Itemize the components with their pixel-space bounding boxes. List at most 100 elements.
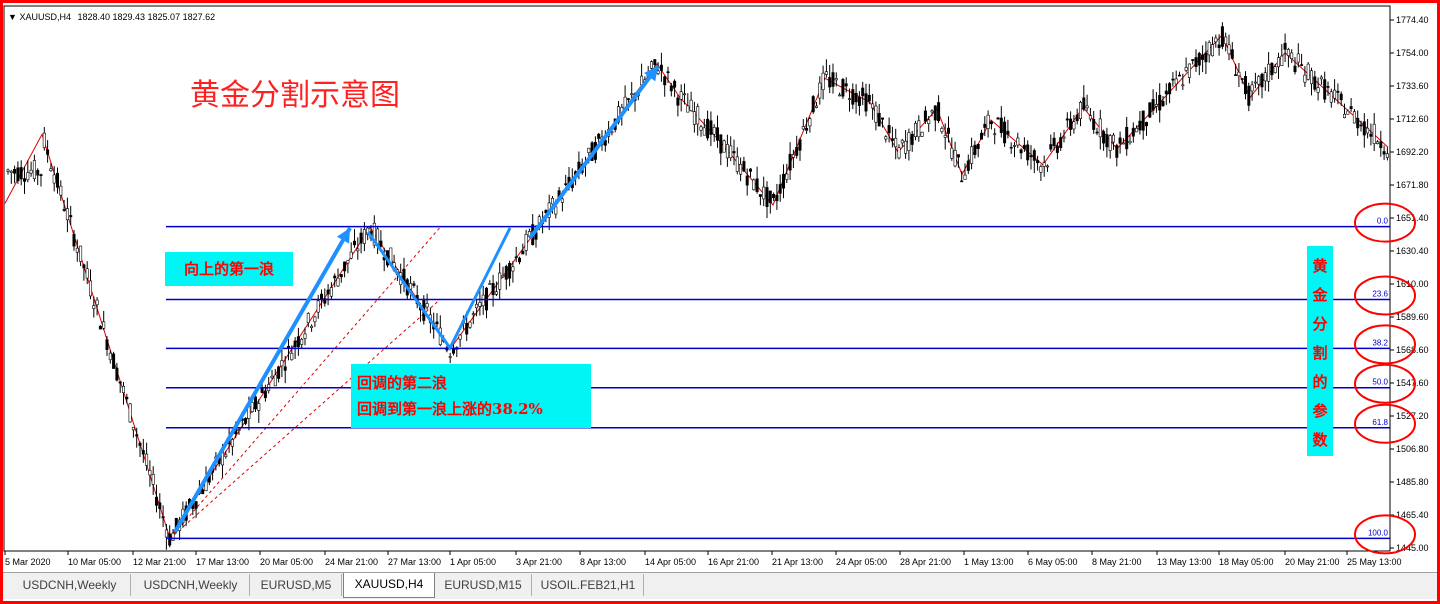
candle-body [1379,141,1383,149]
time-axis-label: 24 Apr 05:00 [836,557,887,567]
candle-body [498,272,502,290]
candle-body [118,381,122,384]
tab-usdcnh-weekly[interactable]: USDCNH,Weekly [9,574,131,596]
candle-body [488,283,492,285]
candle-body [696,106,700,125]
candle-body [481,294,485,307]
candle-body [950,147,954,159]
tab-eurusd-m15[interactable]: EURUSD,M15 [435,574,532,596]
candle-body [155,496,159,506]
first-wave-label: 向上的第一浪 [165,252,293,286]
time-axis-label: 6 May 05:00 [1028,557,1078,567]
candle-body [861,87,865,97]
candle-body [867,94,871,102]
candle-body [1244,76,1248,95]
price-axis-label: 1733.60 [1396,81,1429,91]
candle-body [801,126,805,130]
candle-body [1112,134,1116,143]
candle-body [1310,70,1314,85]
candle-body [313,316,317,323]
candle-body [168,533,172,546]
candle-body [244,418,248,424]
fib-level-label: 50.0 [1372,378,1388,387]
candle-body [854,92,858,103]
candle-body [851,89,855,105]
candle-body [689,99,693,111]
time-axis-label: 8 May 21:00 [1092,557,1142,567]
candle-body [1207,42,1211,56]
candle-body [808,118,812,127]
candle-body [917,120,921,138]
candle-body [194,501,198,509]
candle-body [778,184,782,194]
tab-usdcnh-weekly[interactable]: USDCNH,Weekly [132,574,250,596]
candle-body [257,403,261,411]
fib-parameters-vertical-label: 黄金分割的参数 [1307,246,1333,456]
candle-body [943,135,947,138]
candle-body [973,144,977,155]
candle-body [79,245,83,262]
candle-body [1303,74,1307,83]
candle-body [659,64,663,71]
candle-body [471,313,475,315]
candle-body [1290,52,1294,60]
time-axis-label: 1 Apr 05:00 [450,557,496,567]
candle-body [270,375,274,379]
candle-body [755,178,759,193]
collapse-triangle-icon[interactable]: ▼ [8,12,17,22]
time-axis-label: 3 Apr 21:00 [516,557,562,567]
candle-body [752,179,756,191]
candle-body [102,321,106,329]
candle-body [1214,37,1218,43]
candle-body [838,94,842,97]
time-axis-label: 13 May 13:00 [1157,557,1212,567]
candle-body [1382,151,1386,155]
candle-body [956,154,960,158]
candle-body [937,102,941,122]
candle-body [1194,57,1198,68]
tab-usoil-feb21-h1[interactable]: USOIL.FEB21,H1 [533,574,644,596]
candle-body [1385,153,1389,158]
candle-body [821,72,825,90]
candle-body [656,70,660,74]
candle-body [339,274,343,278]
time-axis-label: 18 May 05:00 [1219,557,1274,567]
candle-body [597,133,601,139]
second-wave-line2: 回调到第一浪上涨的38.2% [357,400,543,418]
candle-body [19,167,23,180]
ohlc-values: 1828.40 1829.43 1825.07 1827.62 [77,12,216,22]
candle-body [9,170,13,173]
tab-xauusd-h4[interactable]: XAUUSD,H4 [343,573,435,598]
second-wave-label: 回调的第二浪 回调到第一浪上涨的38.2% [351,364,591,428]
tab-eurusd-m5[interactable]: EURUSD,M5 [251,574,342,596]
candle-body [1145,122,1149,127]
candle-body [1257,76,1261,85]
candle-body [699,126,703,131]
candle-body [333,275,337,279]
candle-body [550,198,554,205]
time-axis-label: 17 Mar 13:00 [196,557,249,567]
candle-body [1055,145,1059,153]
candle-body [13,169,17,174]
candle-body [706,118,710,139]
candle-body [1115,145,1119,158]
candle-body [686,105,690,113]
candle-body [1072,121,1076,130]
candle-body [62,209,66,211]
candle-body [108,352,112,361]
candle-body [1125,126,1129,150]
candle-body [1349,106,1353,109]
candle-body [1191,59,1195,61]
candle-body [900,139,904,144]
candle-body [758,194,762,197]
candle-body [260,387,264,393]
candle-body [989,121,993,125]
candle-body [92,305,96,309]
fib-vertical-char: 黄 [1312,257,1328,275]
candle-body [653,59,657,65]
candle-body [781,173,785,189]
price-axis-label: 1630.40 [1396,246,1429,256]
candle-body [702,127,706,136]
candle-body [72,233,76,247]
candle-body [692,111,696,125]
